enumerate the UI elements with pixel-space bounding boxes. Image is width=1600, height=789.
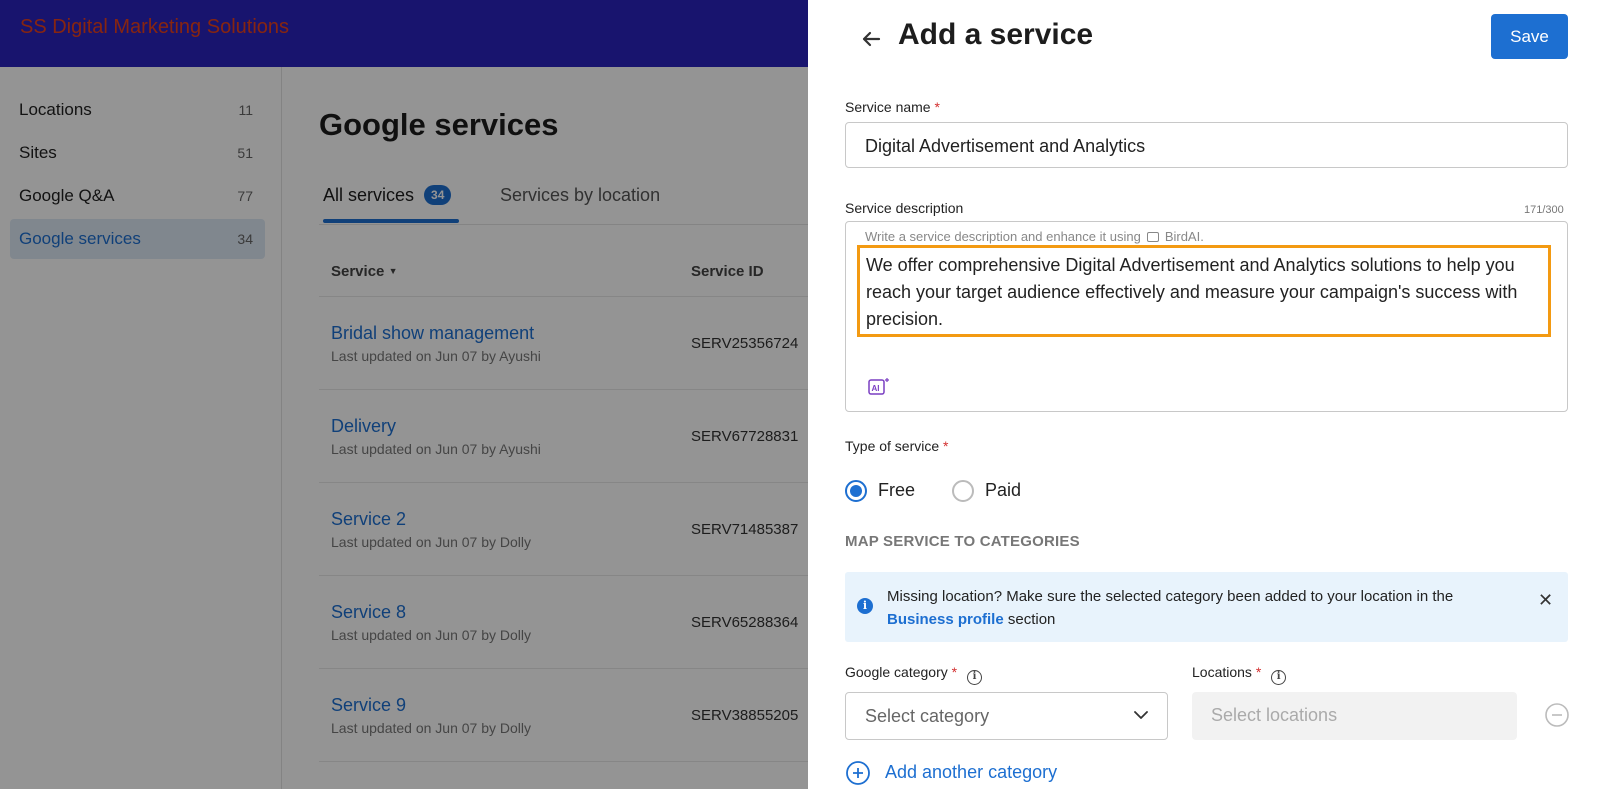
required-marker: *: [934, 99, 940, 115]
service-name-input[interactable]: Digital Advertisement and Analytics: [845, 122, 1568, 168]
close-icon[interactable]: ✕: [1538, 590, 1553, 611]
section-heading-categories: MAP SERVICE TO CATEGORIES: [845, 533, 1080, 550]
notice-suffix: section: [1007, 611, 1056, 628]
type-of-service-label: Type of service *: [845, 438, 949, 454]
label-text: Google category: [845, 664, 948, 680]
service-description-textarea[interactable]: Write a service description and enhance …: [845, 221, 1568, 412]
add-circle-icon: [846, 761, 870, 785]
birdai-icon: [1146, 232, 1159, 242]
service-name-label: Service name *: [845, 99, 940, 115]
radio-paid[interactable]: [952, 480, 974, 502]
description-hint: Write a service description and enhance …: [865, 229, 1204, 244]
google-category-select[interactable]: Select category: [845, 692, 1168, 740]
info-notice: i Missing location? Make sure the select…: [845, 572, 1568, 642]
info-icon[interactable]: i: [966, 670, 982, 685]
hint-text: Write a service description and enhance …: [865, 229, 1141, 244]
remove-circle-icon[interactable]: [1544, 702, 1570, 728]
business-profile-link[interactable]: Business profile: [887, 611, 1004, 628]
add-service-drawer: Add a service Save Service name * Digita…: [808, 0, 1600, 789]
google-category-label: Google category * i: [845, 664, 982, 685]
label-text: Service name: [845, 99, 931, 115]
radio-free-label[interactable]: Free: [878, 480, 915, 501]
select-placeholder: Select locations: [1211, 705, 1338, 725]
hint-brand: BirdAI.: [1164, 229, 1204, 244]
svg-text:AI: AI: [872, 384, 880, 393]
add-category-label: Add another category: [885, 762, 1058, 782]
service-description-label: Service description: [845, 200, 964, 216]
select-placeholder: Select category: [865, 706, 990, 726]
locations-select[interactable]: Select locations: [1192, 692, 1517, 740]
required-marker: *: [943, 438, 949, 454]
radio-paid-label[interactable]: Paid: [985, 480, 1021, 501]
required-marker: *: [1255, 664, 1262, 680]
description-text-highlighted[interactable]: We offer comprehensive Digital Advertise…: [857, 245, 1551, 337]
notice-text: Missing location? Make sure the selected…: [887, 585, 1517, 631]
radio-free[interactable]: [845, 480, 867, 502]
chevron-down-icon: [1134, 711, 1148, 719]
ai-enhance-icon[interactable]: AI: [868, 377, 890, 395]
label-text: Locations: [1192, 664, 1252, 680]
drawer-title: Add a service: [898, 18, 1094, 51]
char-counter: 171/300: [1524, 204, 1564, 216]
back-button[interactable]: [854, 24, 888, 54]
arrow-left-icon: [862, 31, 881, 47]
info-icon: i: [857, 598, 873, 614]
save-button[interactable]: Save: [1491, 14, 1568, 59]
locations-label: Locations * i: [1192, 664, 1287, 685]
modal-backdrop[interactable]: [0, 0, 808, 789]
notice-message: Missing location? Make sure the selected…: [887, 588, 1454, 605]
info-icon[interactable]: i: [1271, 670, 1287, 685]
required-marker: *: [951, 664, 958, 680]
label-text: Type of service: [845, 438, 940, 454]
